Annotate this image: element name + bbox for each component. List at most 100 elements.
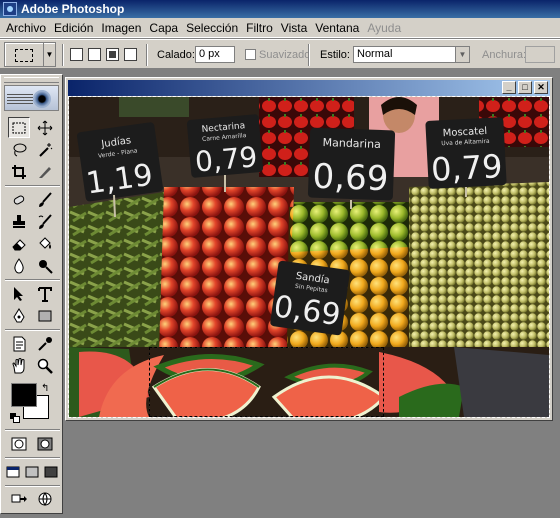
menu-ventana[interactable]: Ventana: [311, 21, 363, 35]
standard-screen-mode-button[interactable]: [3, 461, 22, 482]
sign-mandarina: Mandarina 0,69: [307, 127, 396, 201]
menu-filtro[interactable]: Filtro: [242, 21, 277, 35]
move-tool[interactable]: [34, 117, 56, 138]
minimize-button[interactable]: _: [502, 81, 516, 94]
image-canvas[interactable]: Judías Verde - Plana 1,19 Nectarina Carn…: [68, 96, 550, 418]
toolbox-divider: [5, 279, 60, 281]
chevron-down-icon[interactable]: ▼: [43, 43, 55, 66]
tool-preset-picker[interactable]: ▼: [4, 42, 56, 67]
add-to-selection-button[interactable]: [88, 48, 101, 61]
sign-moscatel-price: 0,79: [430, 147, 503, 189]
paint-bucket-tool[interactable]: [34, 233, 56, 254]
history-brush-tool[interactable]: [34, 211, 56, 232]
options-divider: [308, 44, 310, 66]
new-selection-button[interactable]: [70, 48, 83, 61]
menu-vista[interactable]: Vista: [277, 21, 311, 35]
full-screen-mode-button[interactable]: [41, 461, 60, 482]
globe-icon[interactable]: [34, 488, 56, 509]
maximize-button[interactable]: □: [518, 81, 532, 94]
eyedropper-icon: [38, 336, 52, 351]
pen-icon: [13, 307, 25, 322]
quick-mask-button[interactable]: [34, 433, 56, 454]
options-bar: ▼ Calado: 0 px Suavizado Estilo: Normal …: [0, 39, 560, 69]
pen-tool[interactable]: [8, 305, 30, 326]
full-screen-menu-mode-button[interactable]: [22, 461, 41, 482]
arrow-cursor-icon: [14, 286, 23, 301]
clone-stamp-tool[interactable]: [8, 211, 30, 232]
magnifier-icon: [37, 358, 53, 374]
antialias-checkbox[interactable]: [245, 49, 256, 60]
document-title-bar[interactable]: _ □ ✕: [68, 80, 550, 96]
menu-bar: Archivo Edición Imagen Capa Selección Fi…: [0, 18, 560, 38]
crop-tool[interactable]: [8, 161, 30, 182]
style-select-value: Normal: [357, 48, 393, 60]
menu-imagen[interactable]: Imagen: [97, 21, 145, 35]
zoom-tool[interactable]: [34, 355, 56, 376]
close-button[interactable]: ✕: [534, 81, 548, 94]
toolbox-divider: [5, 457, 60, 459]
rectangle-icon: [38, 310, 52, 321]
history-brush-icon: [38, 213, 52, 229]
toolbox: ↰: [0, 74, 63, 514]
sign-nectarina-price: 0,79: [194, 140, 259, 178]
type-tool[interactable]: [34, 283, 56, 304]
magic-wand-tool[interactable]: [34, 139, 56, 160]
menu-archivo[interactable]: Archivo: [2, 21, 50, 35]
lasso-icon: [13, 143, 27, 156]
rectangular-marquee-tool[interactable]: [8, 117, 30, 138]
toolbox-divider: [5, 429, 60, 431]
blur-tool[interactable]: [8, 255, 30, 276]
dodge-icon: [39, 259, 53, 274]
eraser-tool[interactable]: [8, 233, 30, 254]
app-title-bar: Adobe Photoshop: [0, 0, 560, 18]
rectangle-tool[interactable]: [34, 305, 56, 326]
hand-icon: [12, 357, 25, 373]
antialias-label: Suavizado: [259, 49, 311, 61]
marquee-icon: [12, 122, 26, 133]
brush-icon: [39, 191, 52, 207]
standard-mode-button[interactable]: [8, 433, 30, 454]
style-select[interactable]: Normal ▼: [353, 46, 470, 63]
move-icon: [37, 120, 53, 135]
selection-marquee[interactable]: [149, 347, 384, 417]
photoshop-eye-logo-icon[interactable]: [4, 85, 59, 111]
foreground-color-swatch[interactable]: [11, 383, 37, 407]
swap-colors-icon[interactable]: ↰: [41, 383, 49, 394]
rectangular-marquee-icon: [15, 49, 33, 62]
menu-edicion[interactable]: Edición: [50, 21, 97, 35]
quick-mask-icon: [37, 437, 53, 450]
menu-seleccion[interactable]: Selección: [182, 21, 242, 35]
feather-input[interactable]: 0 px: [195, 46, 235, 63]
screen-mode-icon: [44, 466, 57, 477]
screen-mode-icon: [25, 466, 38, 477]
brush-tool[interactable]: [34, 189, 56, 210]
width-input[interactable]: [525, 46, 555, 63]
toolbox-grip[interactable]: [4, 77, 59, 83]
dodge-tool[interactable]: [34, 255, 56, 276]
hand-tool[interactable]: [8, 355, 30, 376]
jump-to-imageready-button[interactable]: [8, 488, 30, 509]
notes-tool[interactable]: [8, 333, 30, 354]
slice-tool[interactable]: [34, 161, 56, 182]
lasso-tool[interactable]: [8, 139, 30, 160]
menu-capa[interactable]: Capa: [145, 21, 182, 35]
magic-wand-icon: [39, 142, 53, 157]
options-divider: [146, 44, 148, 66]
standard-mode-icon: [11, 437, 27, 450]
globe-icon: [38, 492, 52, 506]
default-colors-icon[interactable]: [10, 413, 20, 423]
healing-brush-tool[interactable]: [8, 189, 30, 210]
path-selection-tool[interactable]: [8, 283, 30, 304]
menu-ayuda[interactable]: Ayuda: [363, 21, 405, 35]
sign-moscatel-name: Moscatel: [442, 126, 487, 139]
toolbox-divider: [5, 485, 60, 487]
sign-sandia: Sandía Sin Pepitas 0,69: [270, 260, 350, 336]
crop-icon: [12, 164, 26, 179]
stamp-icon: [13, 214, 25, 228]
subtract-from-selection-button[interactable]: [106, 48, 119, 61]
sign-moscatel: Moscatel Uva de Altamira 0,79: [425, 117, 507, 189]
intersect-selection-button[interactable]: [124, 48, 137, 61]
eyedropper-tool[interactable]: [34, 333, 56, 354]
chevron-down-icon: ▼: [455, 47, 469, 62]
bandage-icon: [13, 195, 25, 204]
